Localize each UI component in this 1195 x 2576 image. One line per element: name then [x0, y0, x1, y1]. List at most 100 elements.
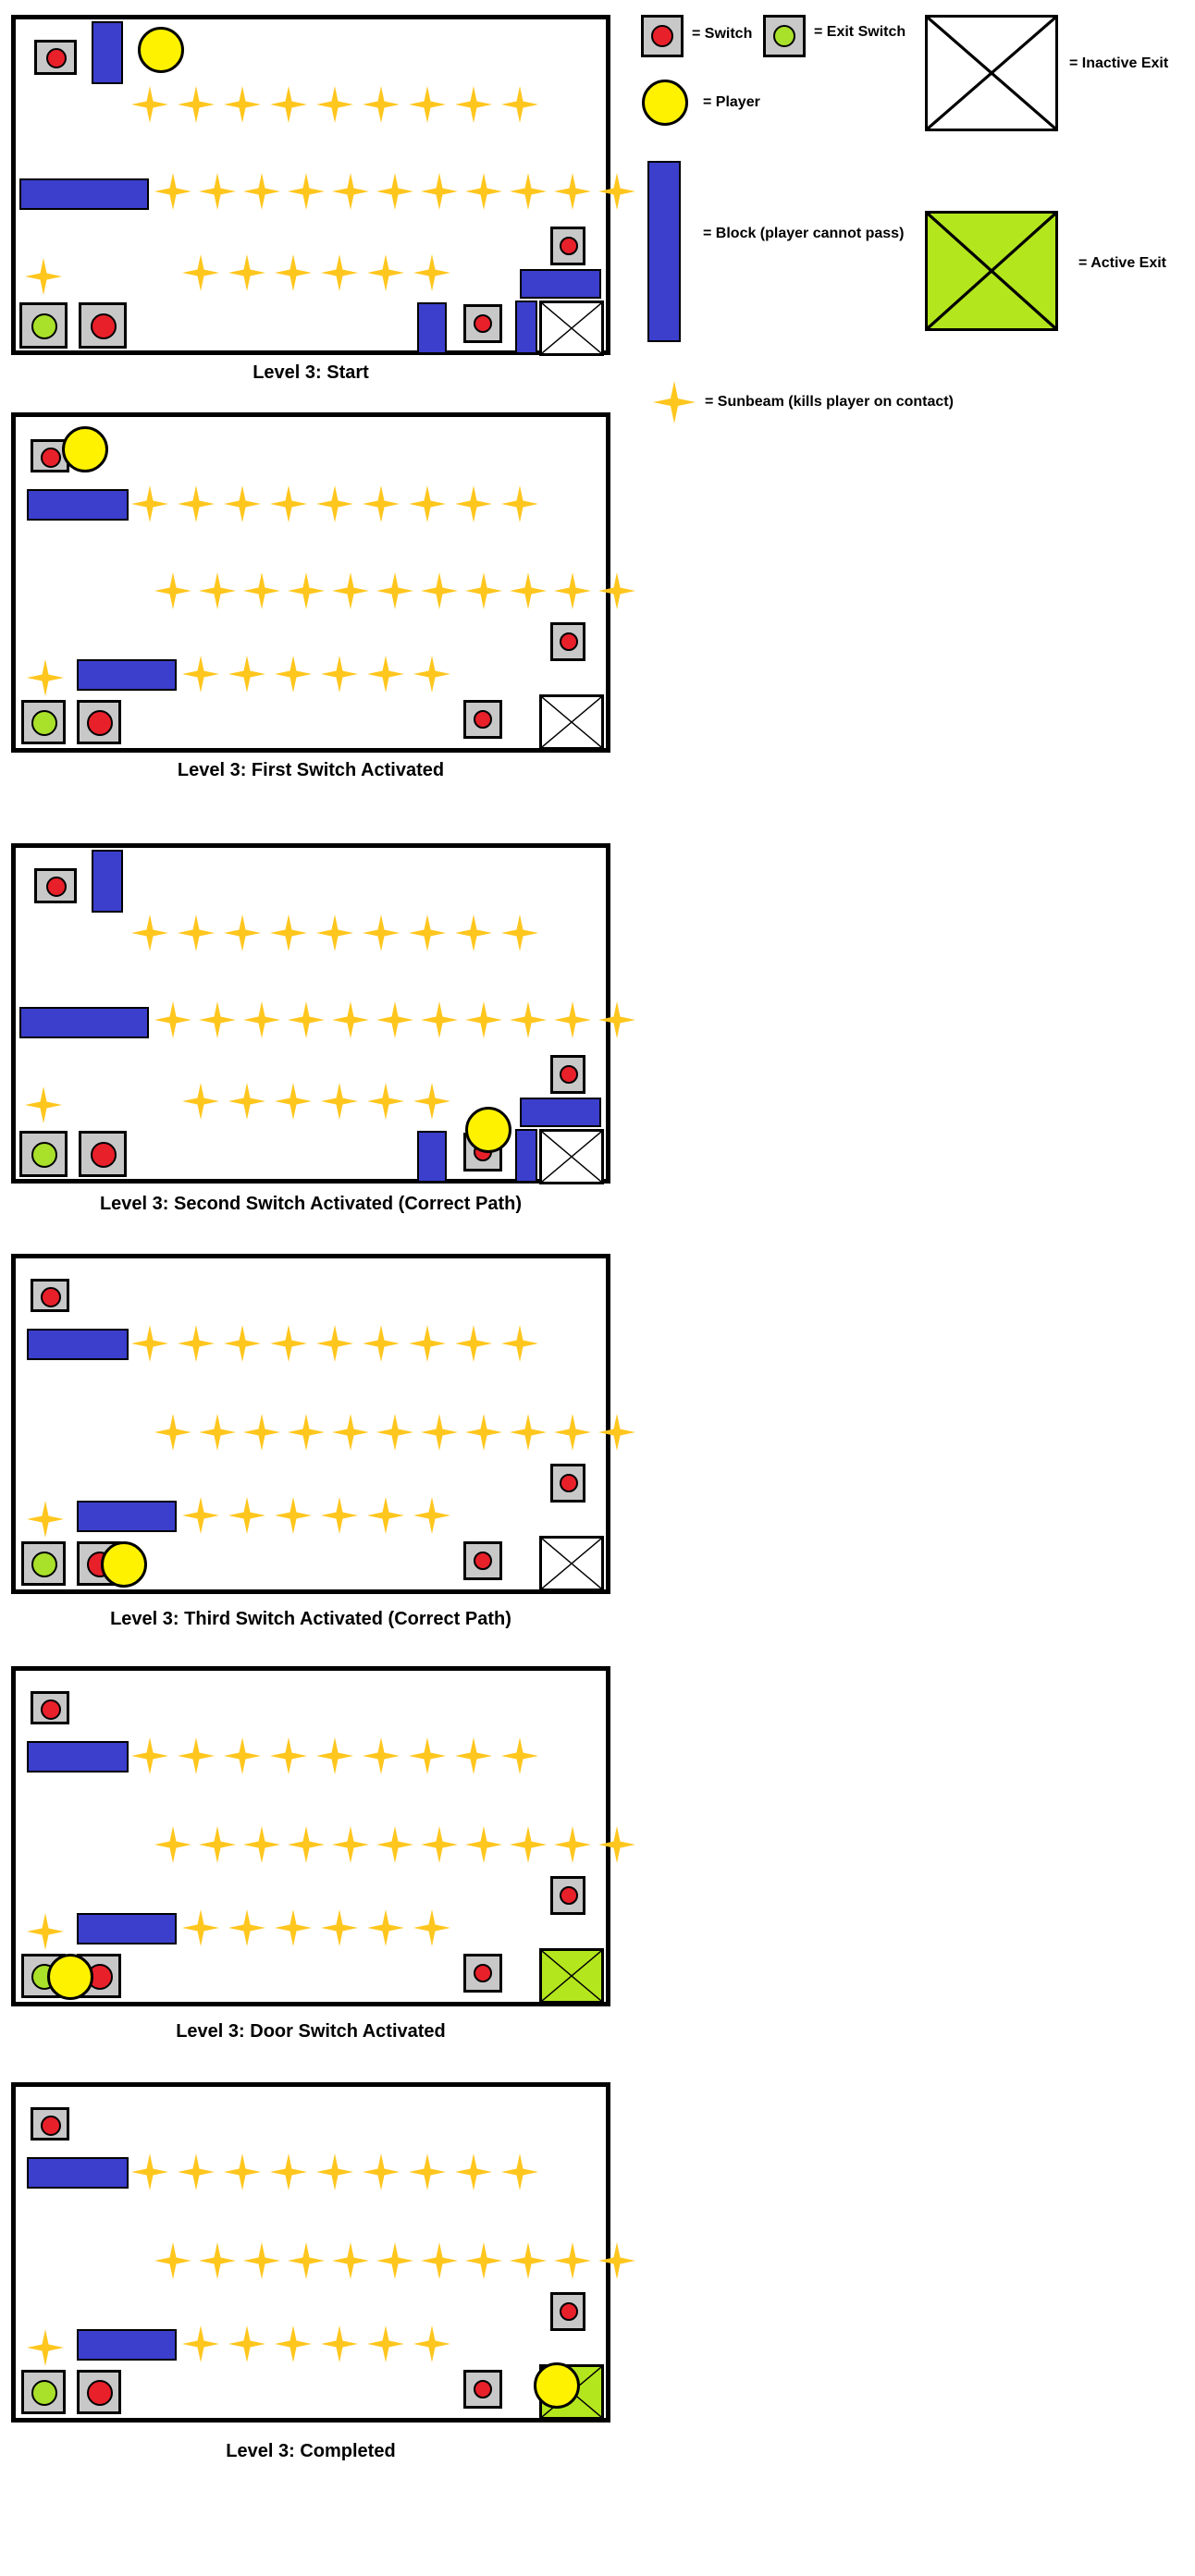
sunbeam-icon — [332, 1414, 369, 1451]
switch-bottom-left — [77, 2370, 121, 2414]
sunbeam-icon — [199, 173, 236, 210]
sunbeam-icon — [288, 173, 325, 210]
sunbeam-icon — [501, 914, 538, 951]
sunbeam-icon — [421, 173, 458, 210]
switch-bottom-right — [463, 2370, 502, 2409]
sunbeam-icon — [409, 1325, 446, 1362]
block-left-middle — [19, 178, 149, 210]
sunbeam-icon — [270, 1737, 307, 1774]
switch-top-left — [31, 1691, 69, 1724]
sunbeam-icon — [275, 254, 312, 291]
sunbeam-icon — [421, 1414, 458, 1451]
switch-bottom-right — [463, 1954, 502, 1993]
block-bottom-b — [515, 1129, 537, 1183]
switch-bottom-right — [463, 700, 502, 739]
sunbeam-icon — [376, 1826, 413, 1863]
block-right-ledge — [520, 269, 601, 299]
sunbeam-icon — [288, 572, 325, 609]
sunbeam-icon — [501, 86, 538, 123]
sunbeam-icon — [363, 485, 400, 522]
sunbeam-icon — [25, 258, 62, 295]
sunbeam-icon — [321, 1083, 358, 1120]
sunbeam-icon — [421, 1826, 458, 1863]
block-bottom-left — [77, 659, 177, 691]
sunbeam-icon — [131, 86, 168, 123]
block-top-left — [27, 1329, 129, 1360]
block-vertical-top — [92, 21, 123, 84]
block-top-left — [27, 1741, 129, 1773]
legend-sunbeam-label: = Sunbeam (kills player on contact) — [705, 394, 954, 410]
sunbeam-icon — [25, 1086, 62, 1123]
sunbeam-icon — [376, 1414, 413, 1451]
switch-bottom-left — [79, 1131, 127, 1177]
sunbeam-icon — [178, 1325, 215, 1362]
exit-door-inactive — [539, 301, 604, 356]
sunbeam-icon — [27, 1501, 64, 1538]
sunbeam-icon — [154, 572, 191, 609]
sunbeam-icon — [228, 254, 265, 291]
sunbeam-icon — [413, 1083, 450, 1120]
block-top-left — [27, 489, 129, 521]
sunbeam-icon — [131, 1325, 168, 1362]
player — [101, 1541, 147, 1588]
sunbeam-icon — [413, 2325, 450, 2362]
legend-active-exit-icon — [925, 211, 1058, 331]
level-panel-first-switch — [11, 412, 635, 753]
sunbeam-icon — [182, 1909, 219, 1946]
sunbeam-icon — [316, 914, 353, 951]
sunbeam-icon — [316, 2153, 353, 2190]
block-left-middle — [19, 1007, 149, 1038]
sunbeam-icon — [316, 1737, 353, 1774]
legend-exit-switch-label: = Exit Switch — [814, 24, 906, 40]
sunbeam-icon — [421, 2242, 458, 2279]
sunbeam-icon — [598, 572, 635, 609]
player — [465, 1107, 511, 1153]
sunbeam-icon — [413, 1909, 450, 1946]
block-vertical-top — [92, 850, 123, 913]
sunbeam-icon — [131, 914, 168, 951]
sunbeam-icon — [154, 2242, 191, 2279]
switch-bottom-right — [463, 1541, 502, 1580]
sunbeam-icon — [598, 173, 635, 210]
sunbeam-icon — [131, 2153, 168, 2190]
block-right-ledge — [520, 1098, 601, 1127]
legend-block-icon — [647, 161, 681, 342]
sunbeam-icon — [228, 1083, 265, 1120]
sunbeam-icon — [421, 572, 458, 609]
sunbeam-icon — [131, 1737, 168, 1774]
switch-bottom-left — [79, 302, 127, 349]
sunbeam-icon — [316, 86, 353, 123]
sunbeam-icon — [510, 572, 547, 609]
sunbeam-icon — [243, 1826, 280, 1863]
exit-switch — [19, 302, 68, 349]
block-top-left — [27, 2157, 129, 2189]
panel-caption: Level 3: Second Switch Activated (Correc… — [99, 1194, 523, 1214]
panel-caption: Level 3: Door Switch Activated — [176, 2021, 446, 2042]
sunbeam-icon — [367, 2325, 404, 2362]
level-panel-door-switch — [11, 1666, 635, 2006]
sunbeam-icon — [510, 173, 547, 210]
legend-player-icon — [642, 80, 688, 126]
switch-top-left — [31, 2107, 69, 2141]
exit-switch — [21, 700, 66, 744]
block-bottom-b — [515, 301, 537, 354]
sunbeam-icon — [598, 1001, 635, 1038]
sunbeam-icon — [332, 1001, 369, 1038]
sunbeam-icon — [288, 1001, 325, 1038]
player — [138, 27, 184, 73]
sunbeam-icon — [413, 254, 450, 291]
switch-top-left — [34, 40, 77, 75]
sunbeam-icon — [154, 1826, 191, 1863]
sunbeam-icon — [182, 254, 219, 291]
sunbeam-icon — [598, 2242, 635, 2279]
exit-door-active — [539, 1948, 604, 2004]
sunbeam-icon — [332, 173, 369, 210]
level-panel-completed — [11, 2082, 635, 2423]
player — [534, 2362, 580, 2409]
switch-bottom-right — [463, 304, 502, 343]
sunbeam-icon — [224, 1737, 261, 1774]
sunbeam-icon — [228, 656, 265, 693]
sunbeam-icon — [224, 1325, 261, 1362]
panel-caption: Level 3: Start — [253, 362, 369, 383]
sunbeam-icon — [243, 1414, 280, 1451]
